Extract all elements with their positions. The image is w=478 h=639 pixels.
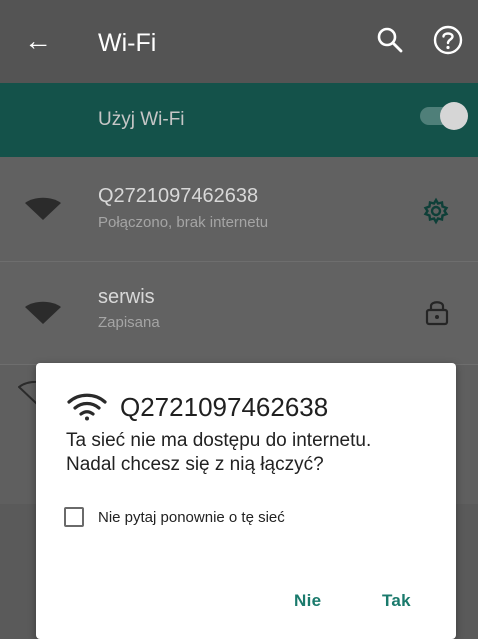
network-item[interactable]: serwis Zapisana (0, 261, 478, 365)
wifi-full-icon (25, 197, 61, 220)
dont-ask-again-label[interactable]: Nie pytaj ponownie o tę sieć (98, 507, 285, 529)
yes-button[interactable]: Tak (382, 588, 411, 614)
no-internet-dialog: Q2721097462638 Ta sieć nie ma dostępu do… (36, 363, 456, 639)
wifi-icon (67, 393, 107, 421)
network-status: Zapisana (98, 314, 160, 331)
toggle-thumb (440, 102, 468, 130)
wifi-full-icon (25, 301, 61, 324)
gear-icon[interactable] (422, 197, 450, 225)
search-icon[interactable] (372, 22, 408, 58)
help-circle-icon[interactable] (431, 23, 465, 57)
dont-ask-again-checkbox[interactable] (64, 507, 84, 527)
network-item[interactable]: Q2721097462638 Połączono, brak internetu (0, 157, 478, 261)
use-wifi-row[interactable]: Użyj Wi-Fi (0, 83, 478, 157)
network-status: Połączono, brak internetu (98, 214, 269, 231)
lock-icon[interactable] (424, 298, 450, 326)
dialog-header: Q2721097462638 (66, 387, 446, 427)
network-ssid: serwis (98, 286, 155, 308)
app-bar: ← Wi-Fi (0, 0, 478, 83)
use-wifi-label: Użyj Wi-Fi (98, 109, 185, 130)
arrow-left-icon[interactable]: ← (24, 24, 52, 58)
dialog-title: Q2721097462638 (120, 392, 329, 422)
network-ssid: Q2721097462638 (98, 185, 259, 207)
page-title: Wi-Fi (98, 29, 157, 57)
no-button[interactable]: Nie (294, 588, 321, 614)
wifi-settings-screen: ← Wi-Fi Użyj Wi-Fi Q2721097462638 Połącz… (0, 0, 478, 639)
dialog-message: Ta sieć nie ma dostępu do internetu. Nad… (66, 430, 372, 475)
